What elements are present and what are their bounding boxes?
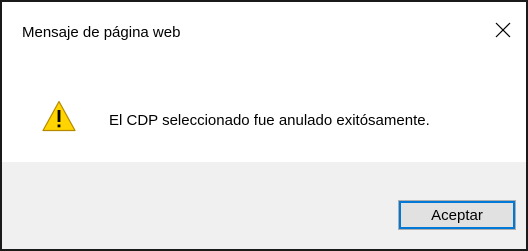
dialog-message: El CDP seleccionado fue anulado exitósam… <box>109 112 430 129</box>
message-dialog: Mensaje de página web El CDP seleccionad… <box>0 0 528 251</box>
close-icon <box>495 22 511 38</box>
dialog-title: Mensaje de página web <box>22 24 181 41</box>
dialog-footer: Aceptar <box>2 162 526 249</box>
dialog-content: El CDP seleccionado fue anulado exitósam… <box>2 62 526 162</box>
warning-icon <box>42 100 76 132</box>
title-bar: Mensaje de página web <box>2 2 526 62</box>
close-button[interactable] <box>480 10 526 50</box>
accept-button[interactable]: Aceptar <box>398 200 516 230</box>
